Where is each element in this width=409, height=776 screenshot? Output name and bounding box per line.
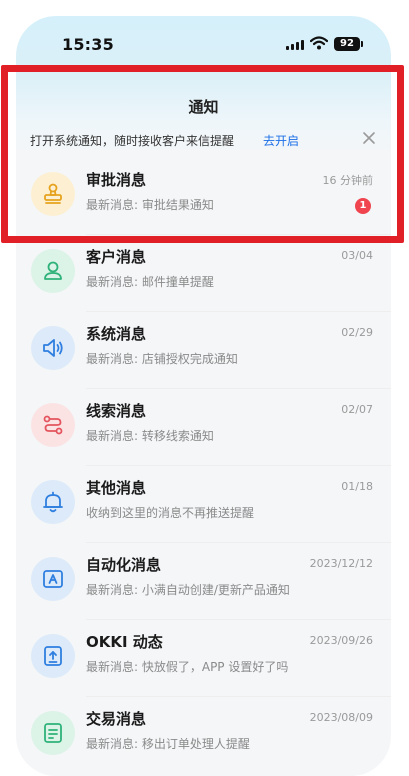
message-title: 其他消息 <box>86 479 147 497</box>
auto-icon <box>31 557 75 601</box>
message-item-okki[interactable]: OKKI 动态 最新消息: 快放假了，APP 设置好了吗 2023/09/26 <box>16 620 391 697</box>
message-title: 线索消息 <box>86 402 147 420</box>
message-date: 2023/09/26 <box>309 634 373 647</box>
message-item-automation[interactable]: 自动化消息 最新消息: 小满自动创建/更新产品通知 2023/12/12 <box>16 543 391 620</box>
message-subtitle: 收纳到这里的消息不再推送提醒 <box>86 506 255 520</box>
message-title: 交易消息 <box>86 710 147 728</box>
battery-icon: 92 <box>334 37 360 51</box>
upload-icon <box>31 634 75 678</box>
message-title: 系统消息 <box>86 325 147 343</box>
message-title: OKKI 动态 <box>86 633 163 651</box>
message-item-trade[interactable]: 交易消息 最新消息: 移出订单处理人提醒 2023/08/09 <box>16 697 391 774</box>
message-date: 02/07 <box>341 403 373 416</box>
message-subtitle: 最新消息: 快放假了，APP 设置好了吗 <box>86 660 289 674</box>
message-subtitle: 最新消息: 移出订单处理人提醒 <box>86 737 250 751</box>
message-subtitle: 最新消息: 店铺授权完成通知 <box>86 352 238 366</box>
message-date: 03/04 <box>341 249 373 262</box>
status-bar: 15:35 92 <box>16 16 391 72</box>
stamp-icon <box>31 172 75 216</box>
message-date: 02/29 <box>341 326 373 339</box>
message-item-leads[interactable]: 线索消息 最新消息: 转移线索通知 02/07 <box>16 389 391 466</box>
page-title: 通知 <box>188 98 219 116</box>
speaker-icon <box>31 326 75 370</box>
signal-icon <box>286 40 304 50</box>
message-title: 审批消息 <box>86 171 147 189</box>
notification-banner: 打开系统通知，随时接收客户来信提醒 去开启 <box>16 123 391 157</box>
message-date: 16 分钟前 <box>322 174 374 187</box>
route-icon <box>31 403 75 447</box>
message-title: 自动化消息 <box>86 556 162 574</box>
close-icon[interactable] <box>360 129 378 147</box>
message-subtitle: 最新消息: 审批结果通知 <box>86 198 214 212</box>
message-item-system[interactable]: 系统消息 最新消息: 店铺授权完成通知 02/29 <box>16 312 391 389</box>
unread-badge: 1 <box>355 198 371 214</box>
message-item-approval[interactable]: 审批消息 最新消息: 审批结果通知 16 分钟前 1 <box>16 158 391 235</box>
document-icon <box>31 711 75 755</box>
battery-tip <box>361 41 363 47</box>
wifi-icon <box>310 36 328 50</box>
notice-text: 打开系统通知，随时接收客户来信提醒 <box>30 134 235 148</box>
message-title: 客户消息 <box>86 248 147 266</box>
message-subtitle: 最新消息: 小满自动创建/更新产品通知 <box>86 583 290 597</box>
message-subtitle: 最新消息: 邮件撞单提醒 <box>86 275 214 289</box>
message-subtitle: 最新消息: 转移线索通知 <box>86 429 214 443</box>
phone-screen: 15:35 92 通知 打开系统通知，随时接收客户来信提醒 去开启 审批消息 最… <box>16 16 391 776</box>
person-icon <box>31 249 75 293</box>
message-item-other[interactable]: 其他消息 收纳到这里的消息不再推送提醒 01/18 <box>16 466 391 543</box>
message-item-customer[interactable]: 客户消息 最新消息: 邮件撞单提醒 03/04 <box>16 235 391 312</box>
enable-notifications-link[interactable]: 去开启 <box>263 132 299 149</box>
status-time: 15:35 <box>62 35 114 54</box>
message-date: 2023/08/09 <box>309 711 373 724</box>
bell-icon <box>31 480 75 524</box>
message-date: 2023/12/12 <box>309 557 373 570</box>
message-date: 01/18 <box>341 480 373 493</box>
